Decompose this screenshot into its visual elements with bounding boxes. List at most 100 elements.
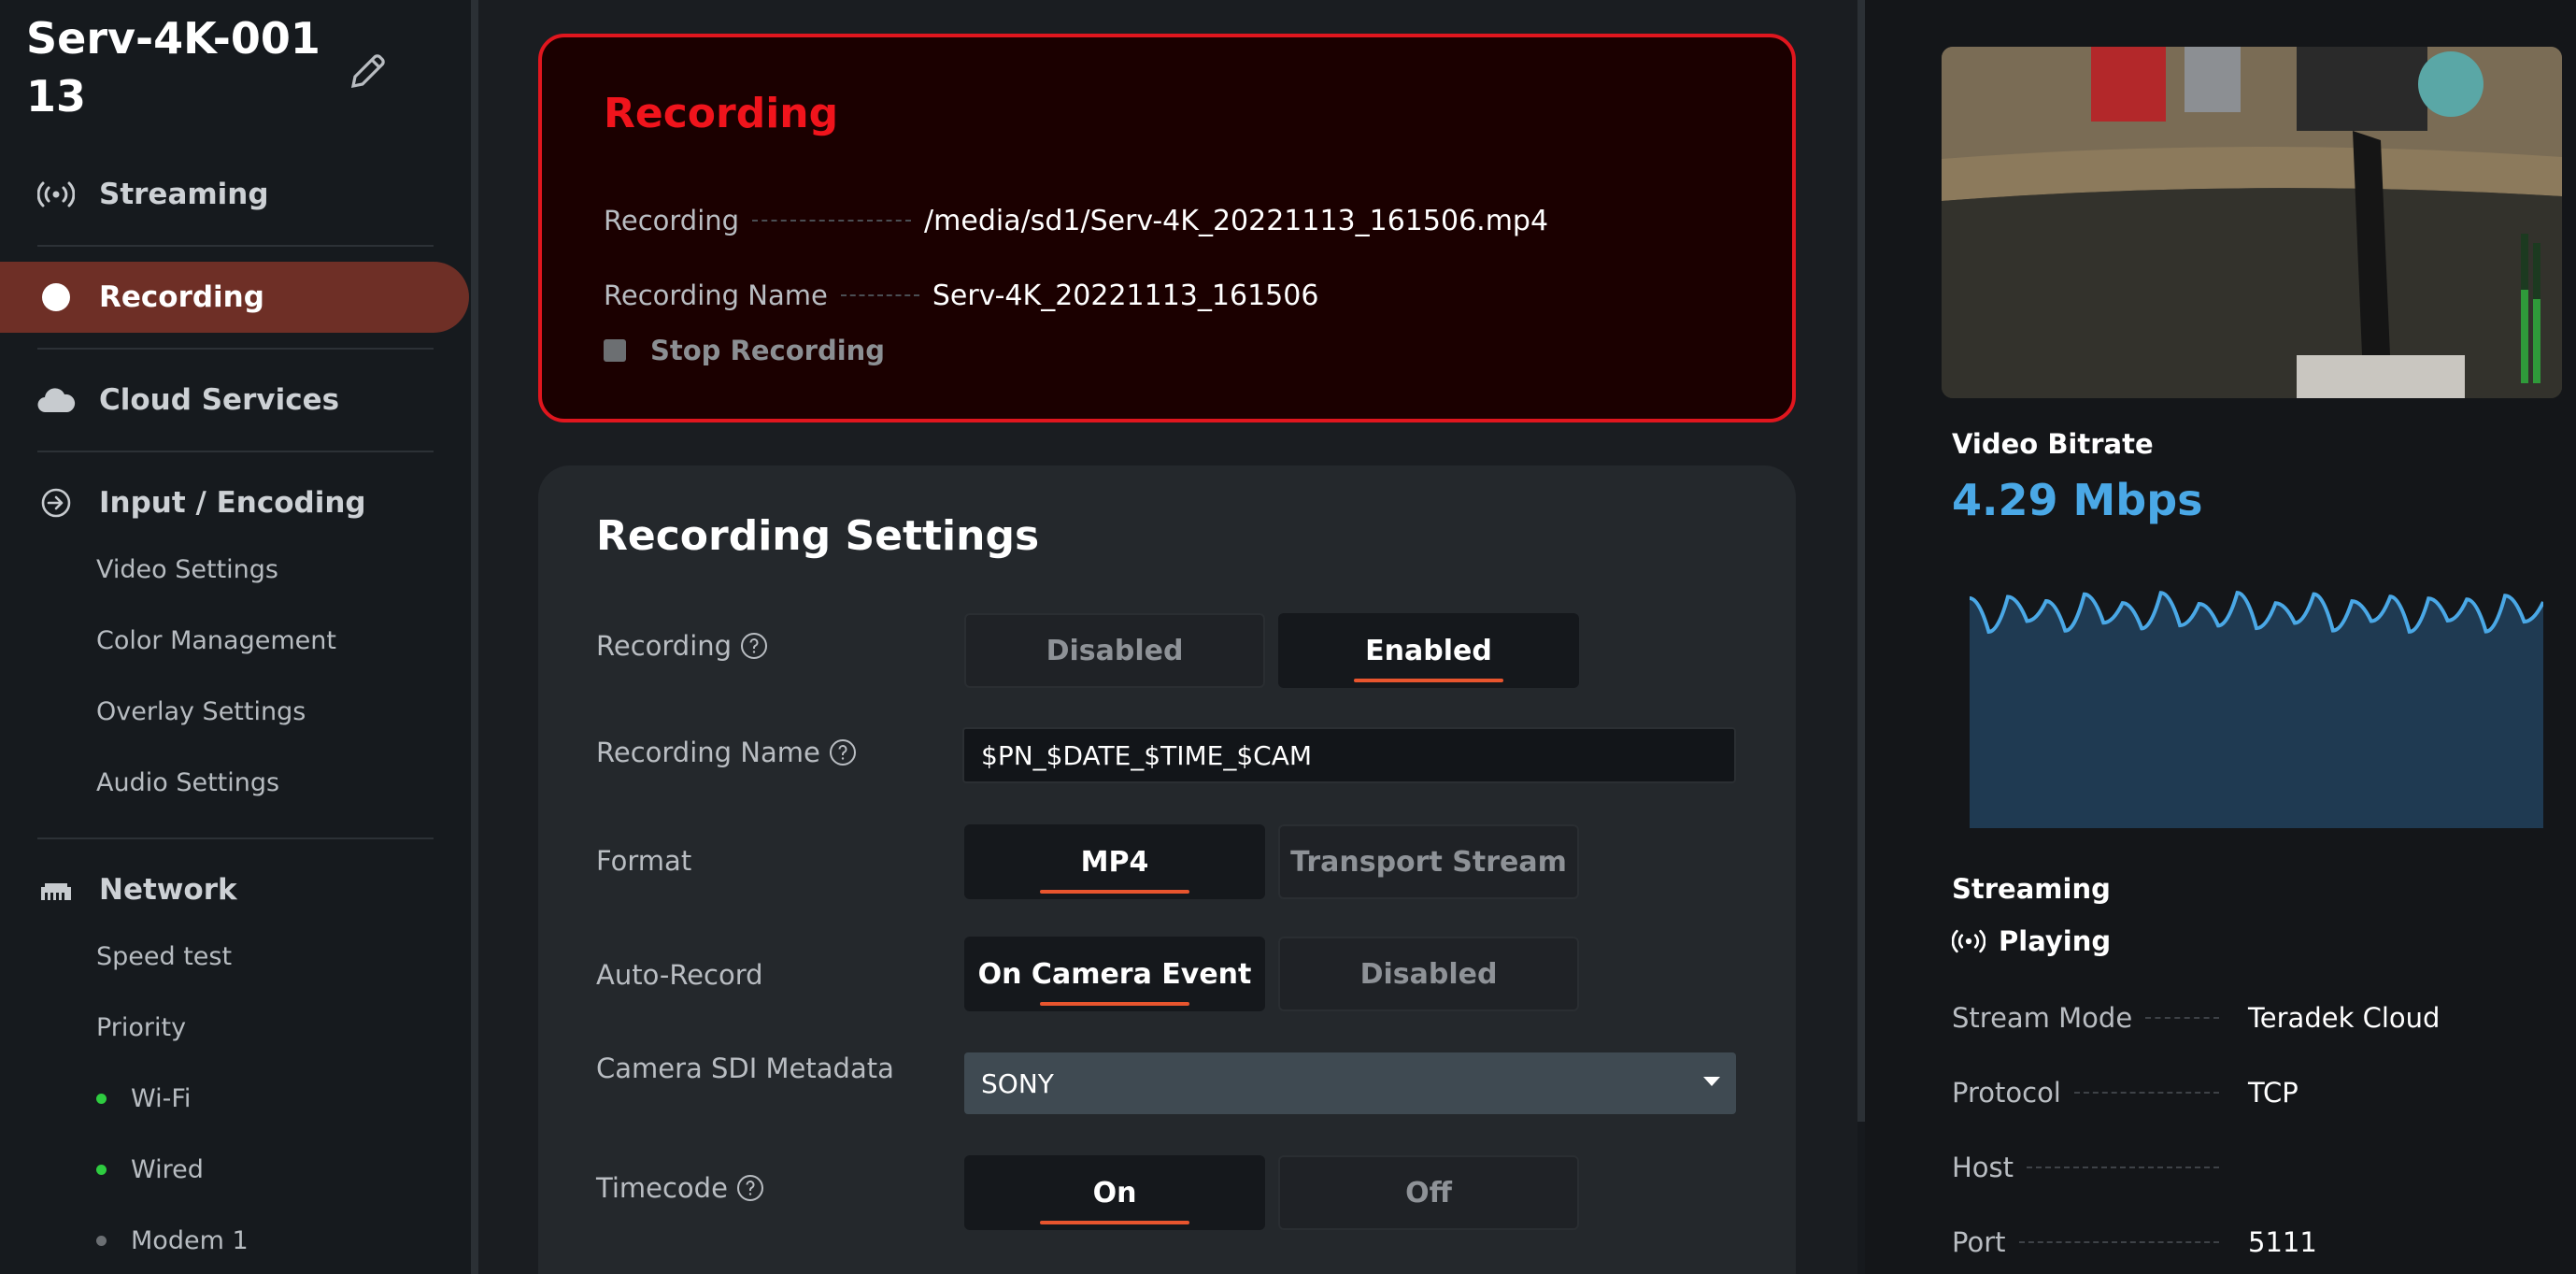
auto-record-camera-event-option[interactable]: On Camera Event (964, 937, 1265, 1011)
network-icon (36, 869, 77, 910)
video-bitrate-value: 4.29 Mbps (1952, 475, 2203, 525)
label-text: Recording (596, 630, 733, 662)
sidebar-subitem-color-management[interactable]: Color Management (96, 626, 336, 655)
status-dot-icon (96, 1165, 107, 1175)
host-key-row: Host (1952, 1152, 2232, 1183)
sidebar-subitem-video-settings[interactable]: Video Settings (96, 555, 278, 584)
label-text: Recording Name (596, 737, 820, 768)
selected-indicator (1354, 679, 1503, 682)
sidebar-item-label: Network (99, 873, 237, 907)
sidebar-subitem-priority[interactable]: Priority (96, 1013, 186, 1042)
divider (37, 348, 434, 350)
recording-disabled-option[interactable]: Disabled (964, 613, 1265, 688)
divider (37, 451, 434, 452)
recording-card-title: Recording (604, 90, 839, 137)
pencil-edit-icon[interactable] (346, 49, 391, 93)
sidebar-item-label: Cloud Services (99, 383, 340, 417)
status-dot-icon (96, 1236, 107, 1246)
streaming-status: Playing (1952, 925, 2111, 957)
protocol-value: TCP (2248, 1077, 2298, 1109)
dashed-leader (2018, 1241, 2219, 1243)
timecode-off-option[interactable]: Off (1278, 1155, 1579, 1230)
dashed-leader (840, 294, 919, 296)
streaming-section-label: Streaming (1952, 873, 2111, 905)
sidebar-subitem-audio-settings[interactable]: Audio Settings (96, 768, 279, 797)
sidebar-subitem-wifi[interactable]: Wi-Fi (96, 1084, 191, 1113)
sdi-metadata-select[interactable]: SONY (964, 1052, 1736, 1114)
video-preview[interactable] (1942, 47, 2562, 398)
stop-square-icon (604, 339, 626, 362)
sidebar: Serv-4K-00113 Streaming Recording Cloud … (0, 0, 471, 1274)
dashed-leader (752, 220, 912, 222)
stream-mode-value: Teradek Cloud (2248, 1002, 2441, 1034)
sidebar-subitem-label: Modem 1 (131, 1226, 249, 1255)
sidebar-item-streaming[interactable]: Streaming (0, 159, 471, 230)
recording-settings-card: Recording Settings Recording Disabled En… (538, 465, 1796, 1274)
settings-title: Recording Settings (596, 512, 1040, 560)
recording-name-input[interactable]: $PN_$DATE_$TIME_$CAM (962, 727, 1736, 783)
help-circle-icon[interactable] (735, 1173, 765, 1203)
record-dot-icon (36, 277, 77, 318)
dashed-leader (2027, 1167, 2219, 1168)
stream-mode-key-row: Stream Mode (1952, 1002, 2232, 1034)
sidebar-scrollbar[interactable] (471, 0, 478, 1274)
recording-setting-label: Recording (596, 630, 769, 662)
auto-record-disabled-option[interactable]: Disabled (1278, 937, 1579, 1011)
broadcast-icon (36, 174, 77, 215)
dashed-leader (2145, 1017, 2219, 1019)
recording-path-row: Recording /media/sd1/Serv-4K_20221113_16… (604, 202, 1548, 239)
format-mp4-option[interactable]: MP4 (964, 824, 1265, 899)
bitrate-graph (1970, 591, 2543, 828)
video-bitrate-label: Video Bitrate (1952, 428, 2154, 460)
sidebar-item-recording[interactable]: Recording (0, 262, 469, 333)
sidebar-item-label: Recording (99, 280, 264, 314)
sidebar-subitem-modem-1[interactable]: Modem 1 (96, 1226, 249, 1255)
protocol-key-row: Protocol (1952, 1077, 2232, 1109)
sidebar-subitem-speed-test[interactable]: Speed test (96, 942, 232, 971)
timecode-setting-label: Timecode (596, 1172, 765, 1204)
streaming-status-text: Playing (1999, 925, 2112, 957)
option-label: MP4 (1080, 845, 1149, 879)
port-key: Port (1952, 1226, 2006, 1258)
sidebar-item-cloud-services[interactable]: Cloud Services (0, 365, 471, 436)
video-preview-frame (1942, 47, 2562, 398)
stop-recording-button[interactable]: Stop Recording (604, 335, 885, 366)
recording-path-value: /media/sd1/Serv-4K_20221113_161506.mp4 (924, 204, 1549, 237)
sidebar-item-label: Streaming (99, 178, 269, 211)
timecode-on-option[interactable]: On (964, 1155, 1265, 1230)
recording-name-row: Recording Name Serv-4K_20221113_161506 (604, 277, 1318, 314)
protocol-key: Protocol (1952, 1077, 2061, 1109)
broadcast-icon (1952, 929, 1985, 953)
auto-record-setting-label: Auto-Record (596, 959, 763, 991)
divider (37, 245, 434, 247)
cloud-icon (36, 379, 77, 421)
selected-indicator (1040, 890, 1189, 894)
sidebar-item-input-encoding[interactable]: Input / Encoding (0, 467, 471, 538)
recording-enabled-option[interactable]: Enabled (1278, 613, 1579, 688)
option-label: On Camera Event (977, 957, 1252, 991)
selected-indicator (1040, 1221, 1189, 1224)
host-key: Host (1952, 1152, 2014, 1183)
format-transport-stream-option[interactable]: Transport Stream (1278, 824, 1579, 899)
recording-name-setting-label: Recording Name (596, 737, 858, 768)
format-setting-label: Format (596, 845, 692, 877)
sidebar-subitem-wired[interactable]: Wired (96, 1155, 204, 1184)
stream-mode-key: Stream Mode (1952, 1002, 2133, 1034)
selected-indicator (1040, 1002, 1189, 1006)
sidebar-subitem-label: Wi-Fi (131, 1084, 192, 1113)
help-circle-icon[interactable] (828, 737, 858, 767)
option-label: On (1092, 1176, 1137, 1210)
device-name: Serv-4K-00113 (26, 13, 320, 122)
dashed-leader (2073, 1092, 2219, 1094)
sidebar-item-label: Input / Encoding (99, 486, 366, 520)
sidebar-subitem-label: Wired (131, 1155, 204, 1184)
main-scrollbar[interactable] (1857, 0, 1865, 1122)
sdi-metadata-setting-label: Camera SDI Metadata (596, 1052, 894, 1084)
help-circle-icon[interactable] (739, 631, 769, 661)
port-key-row: Port (1952, 1226, 2232, 1258)
divider (37, 837, 434, 839)
sidebar-subitem-overlay-settings[interactable]: Overlay Settings (96, 697, 306, 726)
port-value: 5111 (2248, 1226, 2317, 1258)
chevron-down-icon (1703, 1077, 1720, 1086)
sidebar-item-network[interactable]: Network (0, 854, 471, 925)
